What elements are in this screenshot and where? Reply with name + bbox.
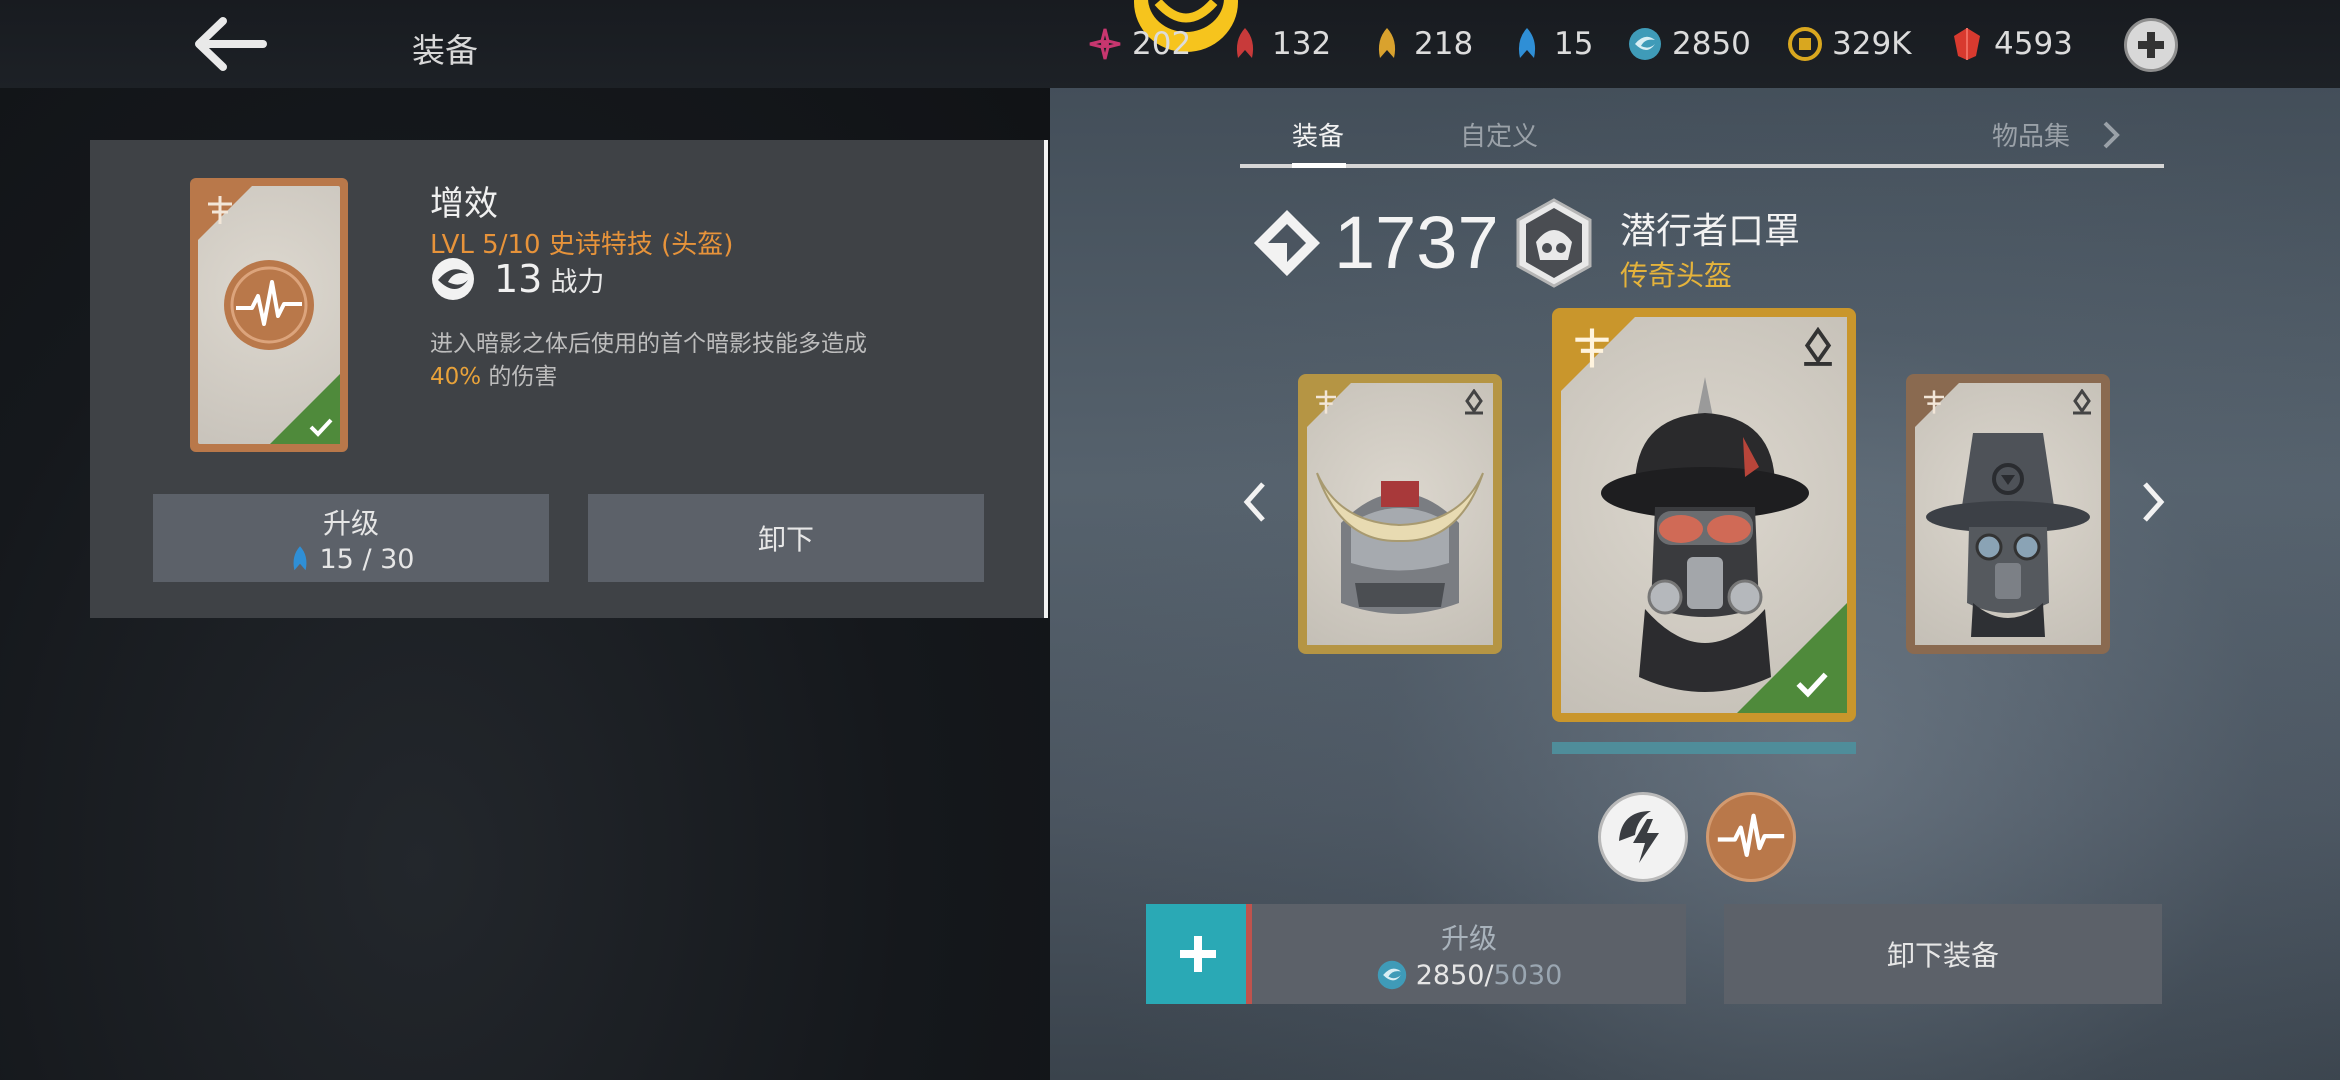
- perk-description: 进入暗影之体后使用的首个暗影技能多造成 40% 的伤害: [430, 328, 950, 394]
- currency-value: 15: [1554, 26, 1594, 62]
- dragonfly-icon: [1924, 390, 1944, 414]
- unequip-item-button[interactable]: 卸下装备: [1724, 904, 2162, 1004]
- dragonfly-icon: [1575, 328, 1609, 368]
- selected-card-bar: [1552, 742, 1856, 754]
- quick-upgrade-button[interactable]: [1146, 904, 1250, 1004]
- item-name: 潜行者口罩: [1620, 211, 1801, 252]
- perk-detail-panel: 增效 LVL 5/10 史诗特技 (头盔) 13 战力 进入暗影之体后使用的首个…: [90, 140, 1048, 618]
- tab-customize[interactable]: 自定义: [1460, 116, 1538, 153]
- screen-title: 装备: [412, 31, 478, 70]
- power-label: 战力: [550, 266, 605, 298]
- chevron-right-icon[interactable]: [2100, 120, 2122, 150]
- desc-line2: 的伤害: [481, 364, 558, 390]
- upgrade-label: 升级: [322, 506, 379, 540]
- red-feather-icon: [1226, 25, 1264, 63]
- pin-icon: [2073, 389, 2091, 415]
- perk-name: 增效: [430, 184, 498, 224]
- item-upgrade-button[interactable]: 升级 2850 / 5030: [1252, 904, 1686, 1004]
- currency-star[interactable]: 202: [1086, 22, 1191, 66]
- gold-feather-icon: [1368, 25, 1406, 63]
- perk-card[interactable]: [190, 178, 348, 452]
- upgrade-label: 升级: [1440, 922, 1497, 955]
- lightning-swirl-icon: [1619, 811, 1659, 863]
- ruby-icon: [1948, 25, 1986, 63]
- item-score-value: 1737: [1334, 201, 1499, 284]
- dragonfly-icon: [1316, 390, 1336, 414]
- tab-equipment[interactable]: 装备: [1292, 116, 1344, 153]
- currency-value: 132: [1272, 26, 1332, 62]
- item-rarity: 传奇头盔: [1620, 259, 1733, 292]
- unequip-label: 卸下: [757, 523, 814, 556]
- carousel-next-button[interactable]: [2134, 472, 2174, 532]
- cost-have: 2850: [1415, 959, 1485, 991]
- stalker-mask-icon: [1601, 377, 1809, 692]
- swirl-orb-icon: [1377, 960, 1406, 990]
- check-icon: [1796, 672, 1828, 698]
- perk-slot-lightning[interactable]: [1598, 792, 1688, 882]
- currency-value: 218: [1414, 26, 1474, 62]
- carousel-prev-button[interactable]: [1234, 472, 1274, 532]
- gear-score-icon: [1254, 209, 1320, 276]
- perk-unequip-button[interactable]: 卸下: [588, 494, 984, 582]
- blue-feather-icon: [293, 546, 306, 571]
- add-currency-button[interactable]: [2124, 18, 2178, 72]
- perk-power: 13 战力: [430, 256, 604, 302]
- pulse-icon: [224, 260, 314, 350]
- chevron-right-icon: [2143, 482, 2165, 522]
- currency-value: 4593: [1994, 26, 2073, 62]
- currency-coin[interactable]: 329K: [1786, 22, 1912, 66]
- tab-item-sets[interactable]: 物品集: [1992, 116, 2070, 153]
- back-button[interactable]: [190, 14, 270, 74]
- samurai-helmet-icon: [1316, 472, 1484, 614]
- plus-icon: [2138, 32, 2164, 58]
- gear-card-stalker-mask[interactable]: [1552, 308, 1856, 722]
- currency-gold-feather[interactable]: 218: [1368, 22, 1473, 66]
- pink-star-icon: [1086, 25, 1124, 63]
- swirl-power-icon: [432, 258, 474, 300]
- currency-ruby[interactable]: 4593: [1948, 22, 2073, 66]
- back-arrow-icon: [195, 17, 267, 71]
- chevron-left-icon: [1243, 482, 1265, 522]
- active-tab-indicator: [1292, 163, 1346, 168]
- equipment-tabs: 装备 自定义 物品集: [1240, 106, 2164, 168]
- currency-value: 202: [1132, 26, 1192, 62]
- cost-separator: /: [1484, 959, 1494, 991]
- pulse-icon: [1717, 813, 1785, 857]
- blue-feather-icon: [1508, 25, 1546, 63]
- perk-upgrade-button[interactable]: 升级 15 / 30: [153, 494, 549, 582]
- gear-card-bucket-hat[interactable]: [1906, 374, 2110, 654]
- bucket-hat-mask-icon: [1926, 433, 2090, 637]
- check-icon: [309, 418, 333, 437]
- currency-value: 2850: [1672, 26, 1751, 62]
- coin-icon: [1786, 25, 1824, 63]
- item-score: 1737: [1250, 200, 1499, 285]
- swirl-orb-icon: [1626, 25, 1664, 63]
- desc-line1: 进入暗影之体后使用的首个暗影技能多造成: [430, 331, 867, 357]
- currency-blue-feather[interactable]: 15: [1508, 22, 1593, 66]
- currency-red-feather[interactable]: 132: [1226, 22, 1331, 66]
- pin-icon: [1465, 389, 1483, 415]
- desc-percent: 40%: [430, 364, 482, 390]
- cost-need: 5030: [1493, 959, 1563, 991]
- currency-value: 329K: [1832, 26, 1912, 62]
- perk-slot-pulse[interactable]: [1706, 792, 1796, 882]
- unequip-label: 卸下装备: [1886, 939, 1999, 972]
- power-value: 13: [494, 257, 543, 301]
- plus-icon: [1180, 936, 1216, 972]
- upgrade-cost: 15 / 30: [319, 543, 415, 575]
- gear-card-samurai-helmet[interactable]: [1298, 374, 1502, 654]
- dragonfly-icon: [208, 196, 232, 224]
- helmet-emblem-icon: [1516, 198, 1592, 288]
- currency-orb[interactable]: 2850: [1626, 22, 1751, 66]
- pin-icon: [1804, 327, 1832, 366]
